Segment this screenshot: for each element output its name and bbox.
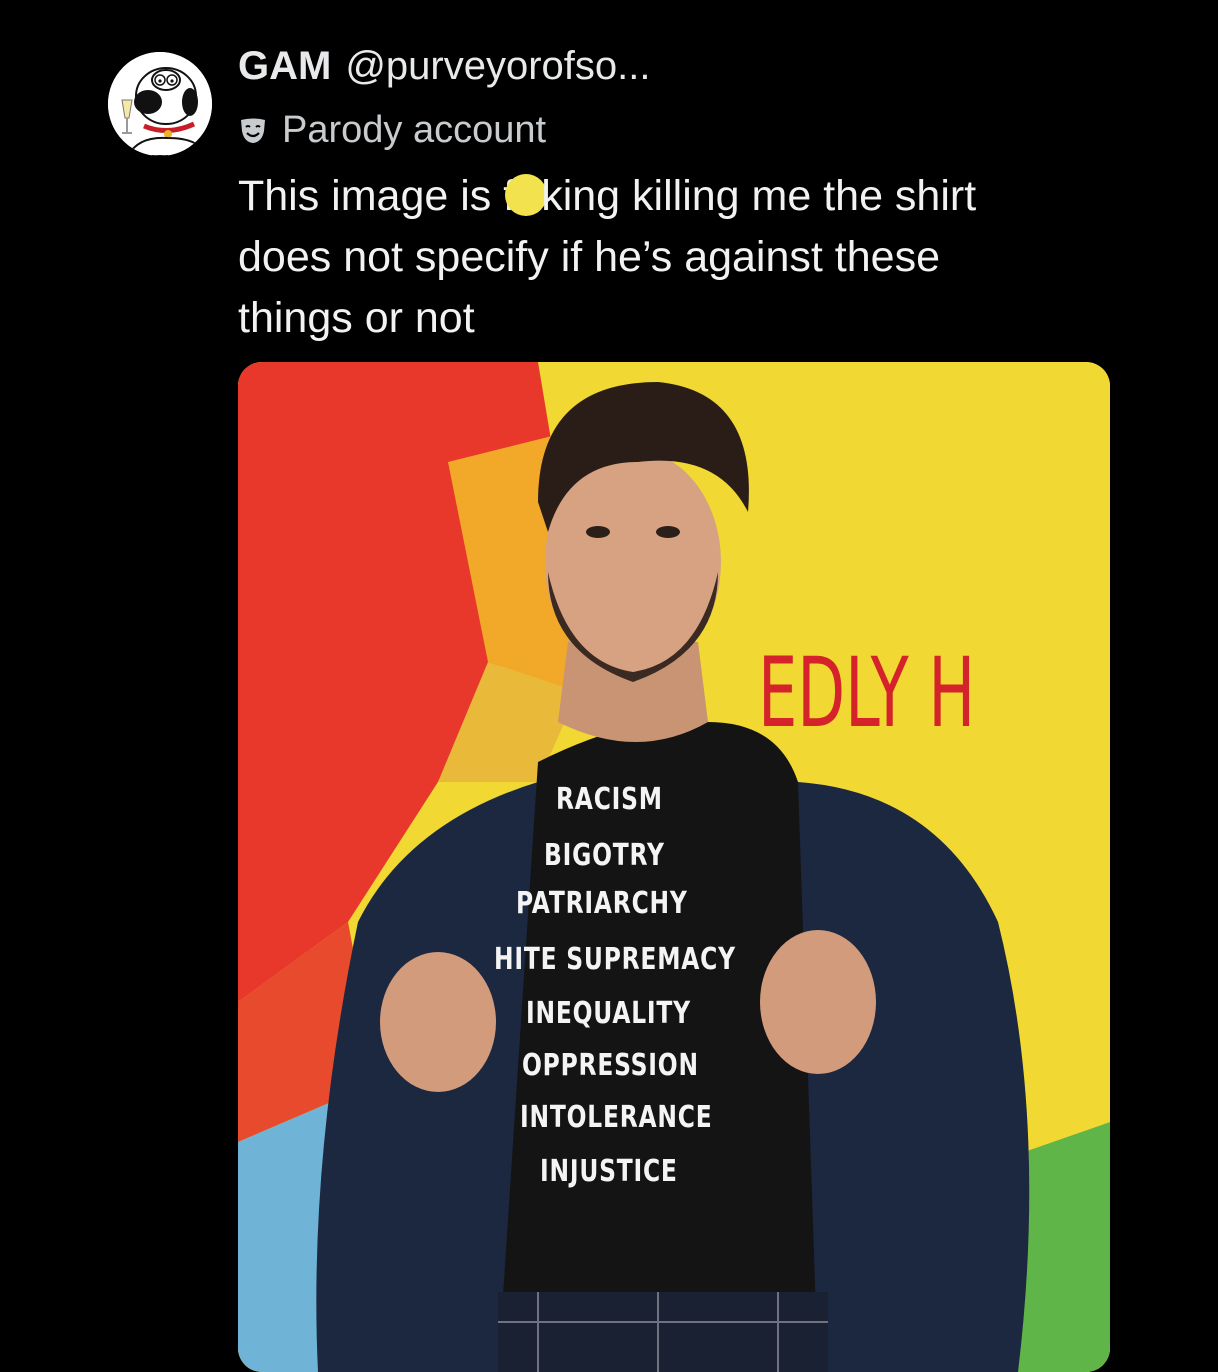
tweet-text-line-1: This image is f king killing me the shirt: [238, 166, 1138, 227]
author-avatar[interactable]: [108, 52, 212, 156]
tweet-text-part-2: king killing me the shirt: [541, 172, 977, 220]
tweet-media-photo[interactable]: EDLY H RACISM BIGOTRY PATRIARCHY HITE SU…: [238, 362, 1110, 1372]
tweet-text-line-3: things or not: [238, 294, 475, 342]
shirt-line-1: RACISM: [556, 782, 663, 817]
shirt-line-8: INJUSTICE: [540, 1154, 678, 1189]
shirt-line-4: HITE SUPREMACY: [494, 942, 736, 977]
shirt-line-7: INTOLERANCE: [520, 1100, 713, 1135]
tweet-header: GAM @purveyorofso...: [238, 44, 651, 100]
photo-illustration: [238, 362, 1110, 1372]
theater-mask-icon: [238, 115, 268, 145]
family-guy-dog-avatar-icon: [108, 52, 212, 156]
shirt-line-6: OPPRESSION: [522, 1048, 699, 1083]
backdrop-lettering: EDLY H: [758, 637, 976, 749]
parody-label-row: Parody account: [238, 106, 546, 154]
tweet: GAM @purveyorofso... Parody account This…: [0, 0, 1218, 1372]
author-handle[interactable]: @purveyorofso...: [345, 44, 650, 89]
shirt-line-2: BIGOTRY: [544, 838, 665, 873]
shirt-line-3: PATRIARCHY: [516, 886, 688, 921]
parody-account-label: Parody account: [282, 108, 547, 151]
tweet-text: This image is f king killing me the shirt…: [238, 166, 1138, 349]
tweet-text-line-2: does not specify if he’s against these: [238, 233, 940, 281]
author-display-name[interactable]: GAM: [238, 44, 331, 89]
shirt-line-5: INEQUALITY: [526, 996, 691, 1031]
tweet-text-part-1: This image is f: [238, 172, 516, 220]
